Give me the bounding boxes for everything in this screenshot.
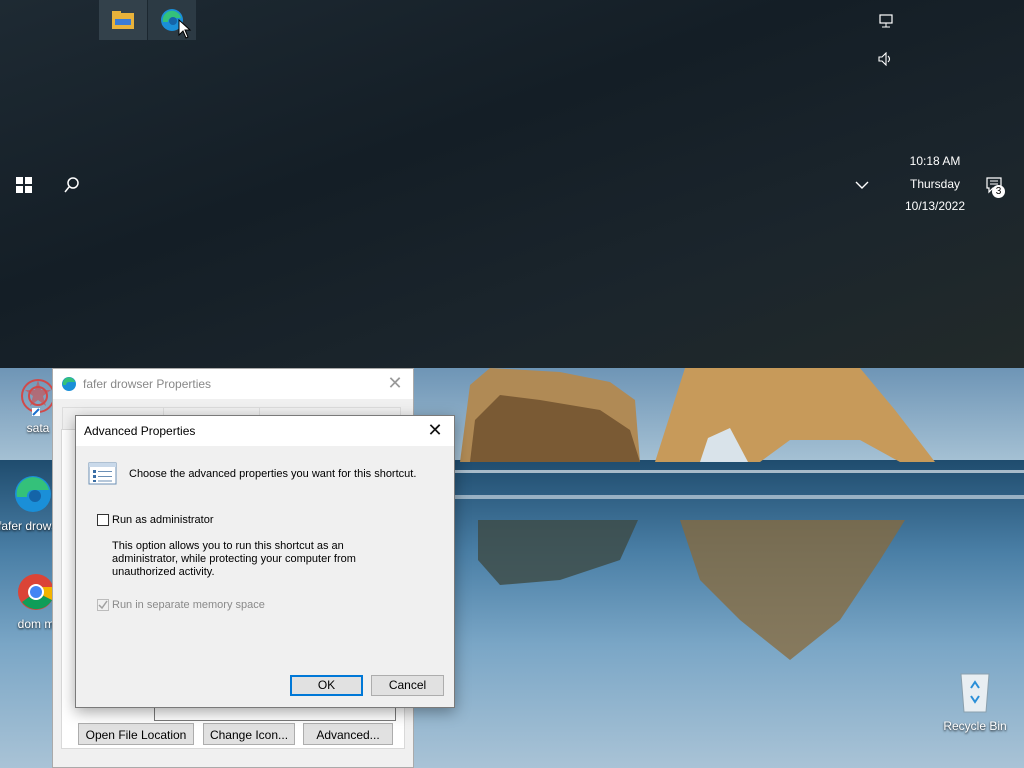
folder-icon — [112, 11, 134, 29]
advanced-dialog-close-button[interactable]: ✕ — [422, 419, 448, 443]
action-center-button[interactable]: 3 — [980, 172, 1010, 200]
chevron-down-icon — [855, 181, 869, 189]
start-button[interactable] — [10, 172, 38, 198]
recycle-bin-icon — [960, 673, 990, 713]
clock[interactable]: 10:18 AM Thursday 10/13/2022 — [890, 150, 980, 220]
volume-icon — [878, 52, 891, 66]
run-as-administrator-checkbox[interactable] — [97, 514, 109, 526]
ok-button[interactable]: OK — [290, 675, 363, 696]
advanced-dialog-title: Advanced Properties — [84, 424, 196, 438]
clock-date: 10/13/2022 — [904, 199, 966, 213]
volume-tray-button[interactable] — [873, 48, 899, 70]
advanced-button[interactable]: Advanced... — [303, 723, 393, 745]
edge-icon — [62, 377, 76, 391]
notification-count-badge: 3 — [992, 185, 1005, 198]
properties-field[interactable] — [154, 708, 396, 721]
run-in-separate-memory-checkbox — [97, 599, 109, 611]
advanced-dialog-description: Choose the advanced properties you want … — [129, 468, 417, 480]
desktop-icon-recycle-bin[interactable]: Recycle Bin — [937, 670, 1013, 733]
cancel-button[interactable]: Cancel — [371, 675, 444, 696]
properties-titlebar: fafer drowser Properties ✕ — [53, 369, 413, 399]
network-icon — [879, 14, 893, 28]
desktop-icon-label: Recycle Bin — [943, 719, 1007, 733]
advanced-properties-dialog: Advanced Properties ✕ Choose the advance… — [75, 415, 455, 708]
run-in-separate-memory-label: Run in separate memory space — [112, 599, 265, 611]
search-button[interactable] — [58, 172, 86, 198]
run-as-administrator-help: This option allows you to run this short… — [112, 540, 356, 578]
mouse-cursor-icon — [178, 19, 192, 39]
properties-list-icon — [88, 462, 117, 485]
taskbar-file-explorer-button[interactable] — [99, 0, 147, 40]
run-as-administrator-label[interactable]: Run as administrator — [112, 514, 214, 527]
clock-time: 10:18 AM — [909, 154, 961, 168]
clock-day: Thursday — [909, 177, 961, 191]
show-hidden-icons-button[interactable] — [849, 174, 875, 196]
properties-title: fafer drowser Properties — [83, 377, 212, 391]
checkmark-icon — [98, 600, 108, 610]
change-icon-button[interactable]: Change Icon... — [203, 723, 295, 745]
advanced-dialog-titlebar: Advanced Properties ✕ — [76, 416, 454, 446]
search-icon — [64, 177, 79, 193]
chrome-icon — [18, 574, 55, 610]
edge-icon — [15, 476, 51, 512]
taskbar: 10:18 AM Thursday 10/13/2022 3 — [0, 0, 1024, 368]
properties-close-button[interactable]: ✕ — [383, 373, 407, 395]
windows-logo-icon — [16, 177, 32, 193]
network-tray-button[interactable] — [873, 10, 899, 32]
open-file-location-button[interactable]: Open File Location — [78, 723, 194, 745]
